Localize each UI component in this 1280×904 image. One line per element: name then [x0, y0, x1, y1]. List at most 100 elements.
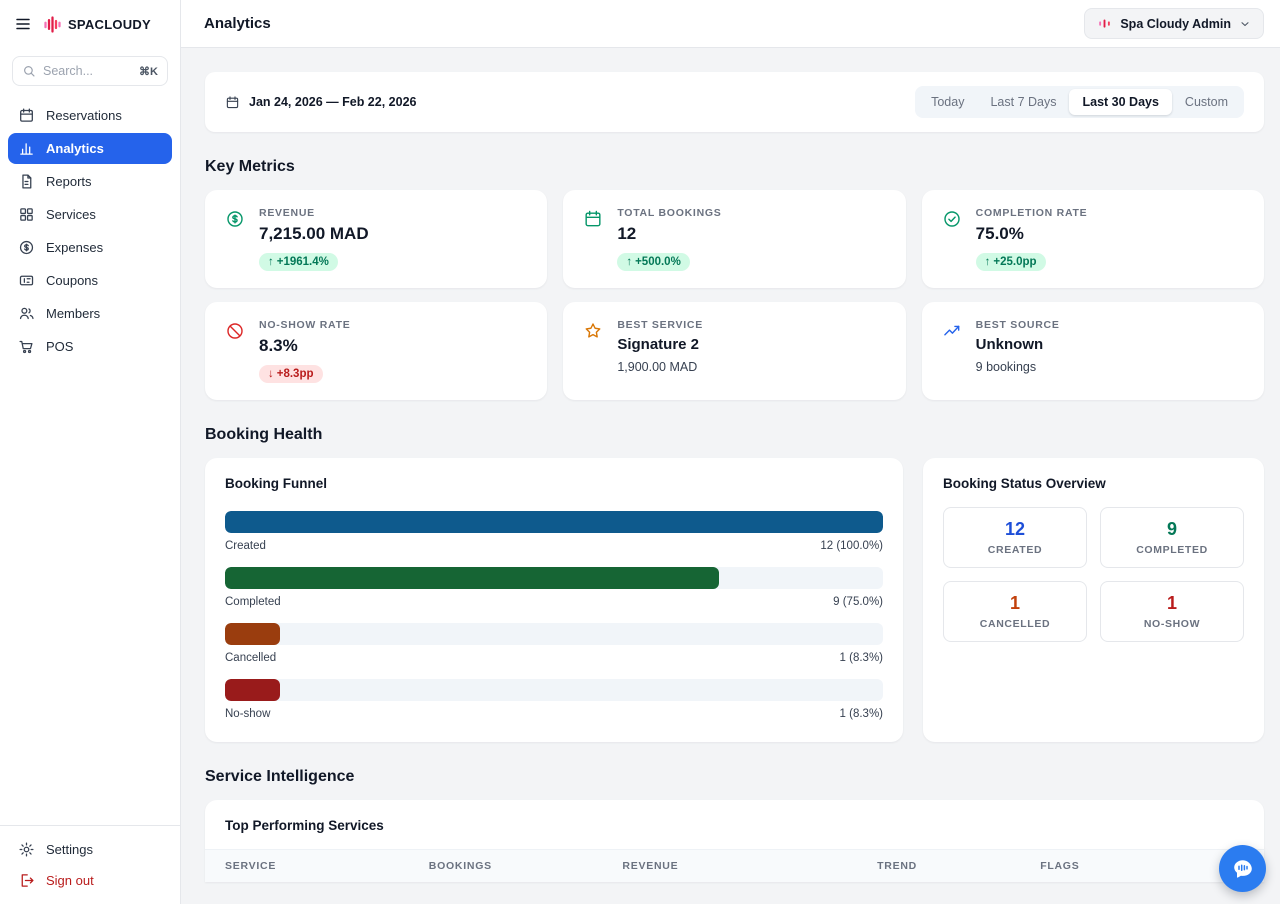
column-header-revenue: REVENUE — [622, 860, 877, 872]
metric-card-best-service: BEST SERVICE Signature 2 1,900.00 MAD — [563, 302, 905, 400]
status-count: 1 — [1109, 593, 1235, 614]
metric-label: BEST SERVICE — [617, 319, 703, 331]
sidebar-item-label: Settings — [46, 842, 93, 857]
brand-logo: SPACLOUDY — [42, 14, 151, 35]
search-placeholder: Search... — [43, 64, 93, 78]
sidebar-item-reports[interactable]: Reports — [8, 166, 172, 197]
funnel-stage-value: 1 (8.3%) — [840, 652, 883, 664]
sidebar-item-label: Expenses — [46, 240, 103, 255]
badge-text: +1961.4% — [277, 256, 329, 268]
range-option-last-7-days[interactable]: Last 7 Days — [977, 89, 1069, 115]
brand-name: SPACLOUDY — [68, 17, 151, 32]
sidebar-item-analytics[interactable]: Analytics — [8, 133, 172, 164]
metric-card-completion-rate: COMPLETION RATE 75.0% ↑ +25.0pp — [922, 190, 1264, 288]
booking-status-overview-card: Booking Status Overview 12 CREATED 9 COM… — [923, 458, 1264, 742]
main-area: Analytics Spa Cloudy Admin — [181, 0, 1280, 904]
sidebar-item-pos[interactable]: POS — [8, 331, 172, 362]
check-circle-icon — [942, 207, 962, 271]
funnel-stage-value: 12 (100.0%) — [820, 540, 883, 552]
badge-text: +500.0% — [635, 256, 681, 268]
table-header-row: SERVICE BOOKINGS REVENUE TREND FLAGS — [205, 849, 1264, 882]
sidebar-nav: Reservations Analytics Reports Services … — [0, 96, 180, 362]
status-count: 9 — [1109, 519, 1235, 540]
shopping-cart-icon — [18, 338, 35, 355]
sidebar-item-label: Sign out — [46, 873, 94, 888]
range-option-last-30-days[interactable]: Last 30 Days — [1069, 89, 1171, 115]
metric-value: Unknown — [976, 336, 1060, 353]
sidebar-item-label: POS — [46, 339, 73, 354]
dollar-circle-icon — [225, 207, 245, 271]
status-box-completed: 9 COMPLETED — [1100, 507, 1244, 568]
badge-text: +25.0pp — [993, 256, 1036, 268]
metric-card-best-source: BEST SOURCE Unknown 9 bookings — [922, 302, 1264, 400]
column-header-flags: FLAGS — [1040, 860, 1244, 872]
hamburger-menu-icon[interactable] — [13, 14, 33, 34]
arrow-up-icon: ↑ — [268, 256, 274, 268]
sidebar-footer: Settings Sign out — [0, 825, 180, 904]
column-header-trend: TREND — [877, 860, 1040, 872]
funnel-row-cancelled: Cancelled 1 (8.3%) — [225, 623, 883, 664]
funnel-stage-label: Completed — [225, 596, 281, 608]
status-label: CANCELLED — [952, 618, 1078, 630]
funnel-bar-track — [225, 623, 883, 645]
sign-out-button[interactable]: Sign out — [8, 865, 172, 896]
search-shortcut: ⌘K — [139, 65, 158, 78]
metric-value: 8.3% — [259, 336, 350, 356]
funnel-row-completed: Completed 9 (75.0%) — [225, 567, 883, 608]
status-box-created: 12 CREATED — [943, 507, 1087, 568]
range-option-custom[interactable]: Custom — [1172, 89, 1241, 115]
funnel-bar-track — [225, 511, 883, 533]
account-menu-button[interactable]: Spa Cloudy Admin — [1084, 8, 1264, 39]
calendar-icon — [583, 207, 603, 271]
status-overview-title: Booking Status Overview — [943, 476, 1244, 491]
sidebar-item-coupons[interactable]: Coupons — [8, 265, 172, 296]
funnel-stage-label: No-show — [225, 708, 270, 720]
metric-label: COMPLETION RATE — [976, 207, 1088, 219]
sidebar-item-services[interactable]: Services — [8, 199, 172, 230]
metric-card-revenue: REVENUE 7,215.00 MAD ↑ +1961.4% — [205, 190, 547, 288]
funnel-row-no-show: No-show 1 (8.3%) — [225, 679, 883, 720]
sidebar-item-label: Reservations — [46, 108, 122, 123]
arrow-up-icon: ↑ — [626, 256, 632, 268]
sidebar-item-settings[interactable]: Settings — [8, 834, 172, 865]
status-box-no-show: 1 NO-SHOW — [1100, 581, 1244, 642]
date-range: Jan 24, 2026 — Feb 22, 2026 — [225, 95, 416, 110]
metric-label: TOTAL BOOKINGS — [617, 207, 721, 219]
metric-card-total-bookings: TOTAL BOOKINGS 12 ↑ +500.0% — [563, 190, 905, 288]
calendar-icon — [225, 95, 240, 110]
gear-icon — [18, 841, 35, 858]
sidebar-item-reservations[interactable]: Reservations — [8, 100, 172, 131]
sidebar: SPACLOUDY Search... ⌘K Reservations Anal… — [0, 0, 181, 904]
badge-text: +8.3pp — [277, 368, 314, 380]
metric-value: 7,215.00 MAD — [259, 224, 369, 244]
chat-bubble-icon — [1231, 857, 1255, 881]
trend-badge: ↑ +500.0% — [617, 253, 689, 271]
top-bar: Analytics Spa Cloudy Admin — [181, 0, 1280, 48]
section-title-service-intelligence: Service Intelligence — [205, 768, 1264, 786]
sidebar-item-members[interactable]: Members — [8, 298, 172, 329]
funnel-bar — [225, 511, 883, 533]
funnel-rows: Created 12 (100.0%) Completed 9 (75.0%) — [225, 511, 883, 720]
section-title-key-metrics: Key Metrics — [205, 158, 1264, 176]
dollar-circle-icon — [18, 239, 35, 256]
metric-subtext: 1,900.00 MAD — [617, 360, 703, 374]
coupon-icon — [18, 272, 35, 289]
funnel-stage-value: 1 (8.3%) — [840, 708, 883, 720]
spacloudy-logo-icon — [42, 14, 63, 35]
booking-funnel-card: Booking Funnel Created 12 (100.0%) — [205, 458, 903, 742]
arrow-down-icon: ↓ — [268, 368, 274, 380]
search-input[interactable]: Search... ⌘K — [12, 56, 168, 86]
metric-value: Signature 2 — [617, 336, 703, 353]
sidebar-item-expenses[interactable]: Expenses — [8, 232, 172, 263]
range-option-today[interactable]: Today — [918, 89, 977, 115]
table-title: Top Performing Services — [205, 818, 1264, 849]
funnel-bar-track — [225, 567, 883, 589]
chat-widget-button[interactable] — [1219, 845, 1266, 892]
status-label: COMPLETED — [1109, 544, 1235, 556]
arrow-up-icon: ↑ — [985, 256, 991, 268]
grid-icon — [18, 206, 35, 223]
funnel-stage-label: Created — [225, 540, 266, 552]
metric-card-no-show-rate: NO-SHOW RATE 8.3% ↓ +8.3pp — [205, 302, 547, 400]
status-label: CREATED — [952, 544, 1078, 556]
metric-value: 75.0% — [976, 224, 1088, 244]
